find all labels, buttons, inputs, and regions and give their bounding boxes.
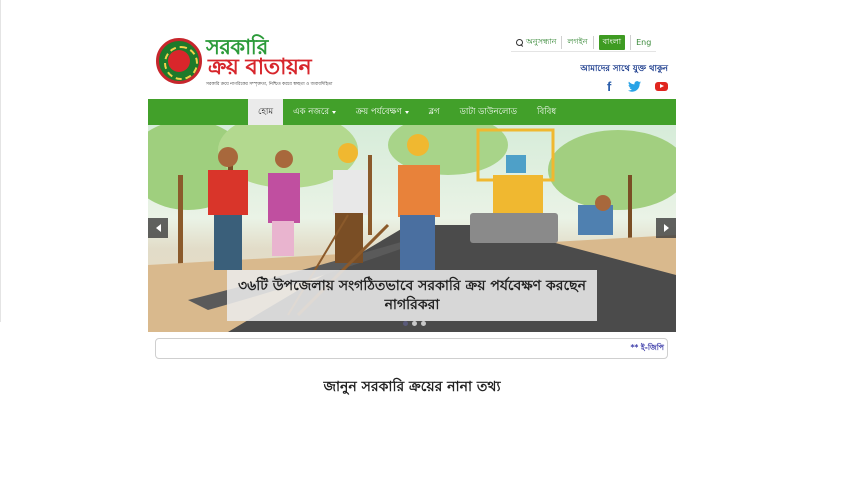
nav-item-blog[interactable]: ব্লগ [419, 99, 450, 125]
login-link[interactable]: লগইন [562, 36, 594, 49]
slider-prev-button[interactable] [148, 218, 168, 238]
slider-dot[interactable] [403, 321, 408, 326]
nav-item-data-download-label: ডাটা ডাউনলোড [459, 107, 518, 117]
main-navigation: হোম এক নজরে ক্রয় পর্যবেক্ষণ ব্লগ ডাটা ড… [148, 99, 676, 125]
slider-next-button[interactable] [656, 218, 676, 238]
chevron-right-icon [663, 224, 669, 232]
news-ticker[interactable]: ** ই-জিপি [155, 338, 668, 359]
nav-item-home[interactable]: হোম [248, 99, 284, 125]
news-ticker-text: ** ই-জিপি [630, 342, 664, 352]
search-label: অনুসন্ধান [526, 37, 557, 46]
logo-text-line2: ক্রয় বাতায়ন [208, 55, 312, 80]
site-header: সরকারি ক্রয় বাতায়ন সরকারি ক্রয়ে নাগরি… [148, 30, 676, 98]
logo-tagline: সরকারি ক্রয়ে নাগরিকের সম্পৃক্ততা, নিশ্চ… [206, 82, 333, 87]
facebook-icon[interactable]: f [607, 80, 614, 93]
nav-item-at-a-glance[interactable]: এক নজরে [283, 99, 346, 125]
slider-dot[interactable] [412, 321, 417, 326]
nav-item-blog-label: ব্লগ [428, 107, 440, 117]
slider-dot[interactable] [421, 321, 426, 326]
slide-caption: ৩৬টি উপজেলায় সংগঠিতভাবে সরকারি ক্রয় পর… [227, 270, 597, 321]
search-icon [516, 38, 524, 47]
nav-item-procurement-monitoring[interactable]: ক্রয় পর্যবেক্ষণ [346, 99, 419, 125]
nav-item-miscellaneous[interactable]: বিবিধ [527, 99, 566, 125]
nav-item-home-label: হোম [258, 107, 274, 117]
slider-dots [403, 321, 426, 326]
nav-item-at-a-glance-label: এক নজরে [293, 107, 329, 117]
top-utility-bar: অনুসন্ধান লগইন বাংলা Eng [511, 35, 657, 52]
search-link[interactable]: অনুসন্ধান [511, 36, 563, 49]
nav-item-miscellaneous-label: বিবিধ [537, 107, 557, 117]
page-left-border [0, 0, 1, 322]
connect-with-us-text: আমাদের সাথে যুক্ত থাকুন [580, 64, 668, 74]
social-links: f [607, 80, 668, 93]
chevron-down-icon [332, 110, 336, 114]
nav-item-data-download[interactable]: ডাটা ডাউনলোড [450, 99, 527, 125]
twitter-icon[interactable] [628, 81, 641, 92]
language-bangla[interactable]: বাংলা [594, 35, 632, 50]
language-bangla-label: বাংলা [598, 35, 626, 50]
chevron-down-icon [404, 110, 409, 114]
hero-slider: ৩৬টি উপজেলায় সংগঠিতভাবে সরকারি ক্রয় পর… [148, 125, 676, 332]
youtube-icon[interactable] [655, 82, 668, 91]
nav-item-procurement-monitoring-label: ক্রয় পর্যবেক্ষণ [356, 107, 402, 117]
chevron-left-icon [155, 224, 161, 232]
section-title: জানুন সরকারি ক্রয়ের নানা তথ্য [323, 379, 501, 395]
language-english[interactable]: Eng [631, 38, 656, 47]
government-seal-icon [156, 38, 202, 84]
